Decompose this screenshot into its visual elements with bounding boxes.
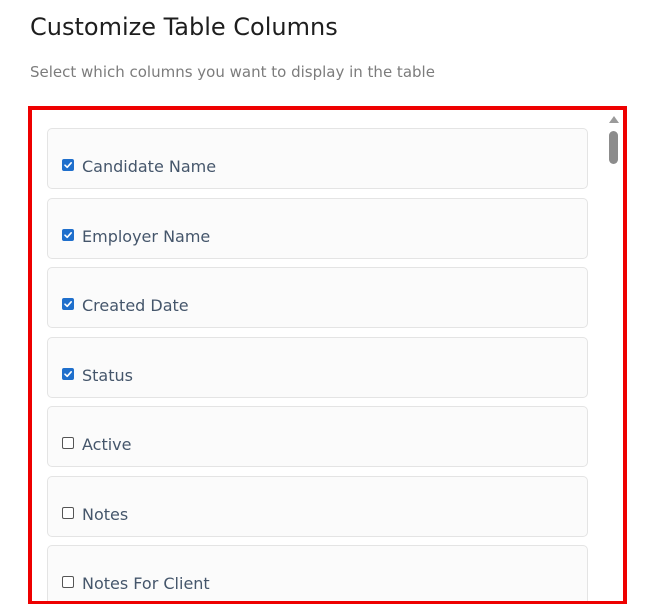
checkmark-icon [64,301,72,308]
column-option-label: Notes [82,504,129,524]
scrollbar-thumb[interactable] [609,131,618,164]
column-list-panel: Candidate Name Employer Name Created Dat… [28,106,627,604]
column-option-label: Status [82,365,133,385]
checkbox[interactable] [62,367,74,380]
column-option-active[interactable]: Active [47,406,588,467]
checkmark-icon [64,162,72,169]
checkbox[interactable] [62,298,74,310]
column-option-label: Created Date [82,296,189,315]
column-option-label: Candidate Name [82,157,217,176]
column-option-notes-for-client[interactable]: Notes For Client [47,545,588,601]
page-subtitle: Select which columns you want to display… [30,63,435,81]
vertical-scrollbar[interactable] [609,116,619,596]
checkmark-icon [64,231,72,238]
column-option-created-date[interactable]: Created Date [47,267,588,328]
checkmark-icon [64,370,72,377]
page-title: Customize Table Columns [30,13,338,41]
column-option-status[interactable]: Status [47,336,588,398]
customize-columns-dialog: Customize Table Columns Select which col… [0,0,670,604]
column-option-notes[interactable]: Notes [47,475,588,537]
column-option-label: Active [82,435,132,454]
checkbox[interactable] [62,437,74,449]
column-option-employer-name[interactable]: Employer Name [47,197,588,259]
column-option-list: Candidate Name Employer Name Created Dat… [47,128,588,601]
checkbox[interactable] [62,228,74,241]
column-option-candidate-name[interactable]: Candidate Name [47,128,588,189]
scroll-up-arrow-icon[interactable] [609,116,619,123]
column-option-label: Employer Name [82,226,211,246]
column-option-label: Notes For Client [82,574,210,593]
checkbox[interactable] [62,576,74,588]
checkbox[interactable] [62,506,74,519]
checkbox[interactable] [62,159,74,171]
